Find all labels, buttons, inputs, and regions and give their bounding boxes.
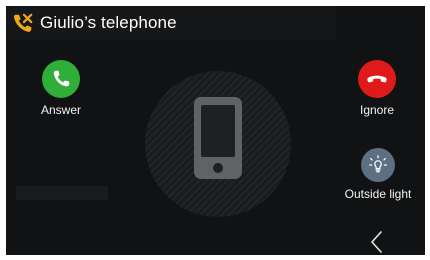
title-bar: Giulio’s telephone <box>6 6 336 40</box>
outside-light-icon-circle[interactable] <box>361 148 395 182</box>
outside-light-button[interactable]: Outside light <box>340 148 416 201</box>
answer-icon-circle[interactable] <box>42 60 80 98</box>
smartphone-icon <box>194 97 242 179</box>
intercom-call-screen: Giulio’s telephone Answer Ignore Outside… <box>6 6 425 255</box>
light-bulb-icon <box>369 155 387 173</box>
phone-hangup-icon <box>367 75 387 83</box>
ignore-label: Ignore <box>359 103 395 117</box>
ignore-button[interactable]: Ignore <box>352 60 402 117</box>
page-title: Giulio’s telephone <box>40 13 177 32</box>
phone-missed-icon <box>13 13 33 32</box>
ignore-icon-circle[interactable] <box>358 60 396 98</box>
phone-icon <box>53 70 70 87</box>
chevron-left-icon[interactable] <box>366 230 388 254</box>
empty-status-bar <box>16 186 108 200</box>
answer-button[interactable]: Answer <box>36 60 86 117</box>
outside-light-label: Outside light <box>344 187 412 201</box>
answer-label: Answer <box>40 103 81 117</box>
